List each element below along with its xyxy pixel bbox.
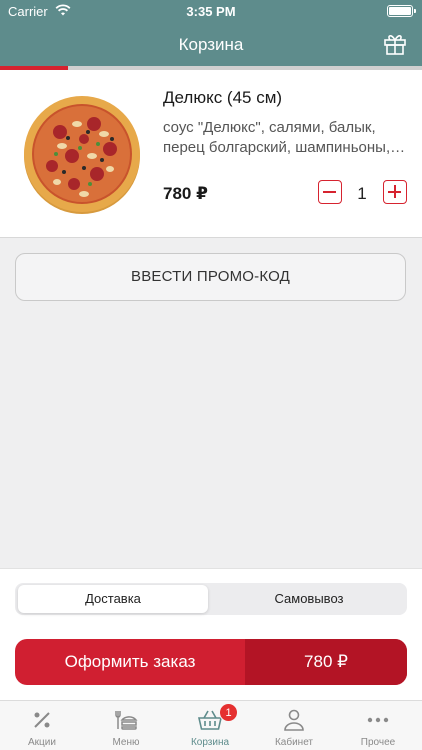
item-description-line: перец болгарский, шампиньоны, томаты bbox=[163, 139, 408, 156]
tab-menu[interactable]: Меню bbox=[84, 701, 168, 750]
more-icon bbox=[367, 717, 389, 723]
tab-label: Акции bbox=[28, 737, 56, 748]
place-order-label: Оформить заказ bbox=[64, 652, 196, 671]
percent-icon bbox=[34, 712, 50, 728]
item-description-line: соус "Делюкс", салями, балык, bbox=[163, 119, 376, 136]
cart-item[interactable]: Делюкс (45 см) соус "Делюкс", салями, ба… bbox=[0, 70, 422, 238]
battery-icon bbox=[387, 5, 416, 17]
user-icon bbox=[284, 709, 304, 731]
delivery-option[interactable]: Доставка bbox=[18, 585, 208, 613]
decrease-quantity-button[interactable] bbox=[318, 180, 342, 204]
tab-account[interactable]: Кабинет bbox=[252, 701, 336, 750]
checkout-panel: Доставка Самовывоз Оформить заказ 780 ₽ bbox=[0, 568, 422, 700]
increase-quantity-button[interactable] bbox=[383, 180, 407, 204]
gift-icon[interactable] bbox=[382, 30, 408, 56]
delivery-mode-switch: Доставка Самовывоз bbox=[15, 583, 407, 615]
pizza-image bbox=[24, 96, 140, 214]
tab-more[interactable]: Прочее bbox=[336, 701, 422, 750]
tab-label: Меню bbox=[112, 737, 140, 748]
tab-label: Прочее bbox=[360, 737, 396, 748]
tab-bar: Акции Меню Корзина Кабинет Прочее bbox=[0, 700, 422, 750]
status-bar: Carrier 3:35 PM bbox=[0, 0, 422, 22]
item-description: соус "Делюкс", салями, балык, перец болг… bbox=[163, 118, 408, 158]
top-bar: Carrier 3:35 PM Корзина bbox=[0, 0, 422, 66]
item-quantity: 1 bbox=[357, 184, 367, 203]
item-name: Делюкс (45 см) bbox=[163, 88, 283, 107]
clock: 3:35 PM bbox=[186, 4, 236, 19]
tab-promotions[interactable]: Акции bbox=[0, 701, 84, 750]
tab-cart[interactable]: Корзина bbox=[168, 701, 252, 750]
cart-badge: 1 bbox=[219, 703, 238, 722]
place-order-button[interactable]: Оформить заказ 780 ₽ bbox=[15, 639, 407, 685]
order-total: 780 ₽ bbox=[245, 639, 407, 685]
item-price: 780 ₽ bbox=[163, 184, 208, 203]
tab-label: Кабинет bbox=[274, 737, 314, 748]
page-title: Корзина bbox=[178, 35, 244, 54]
menu-food-icon bbox=[115, 711, 138, 730]
tab-label: Корзина bbox=[190, 737, 230, 748]
promo-code-button[interactable]: ВВЕСТИ ПРОМО-КОД bbox=[15, 253, 406, 301]
pickup-option[interactable]: Самовывоз bbox=[214, 585, 404, 613]
